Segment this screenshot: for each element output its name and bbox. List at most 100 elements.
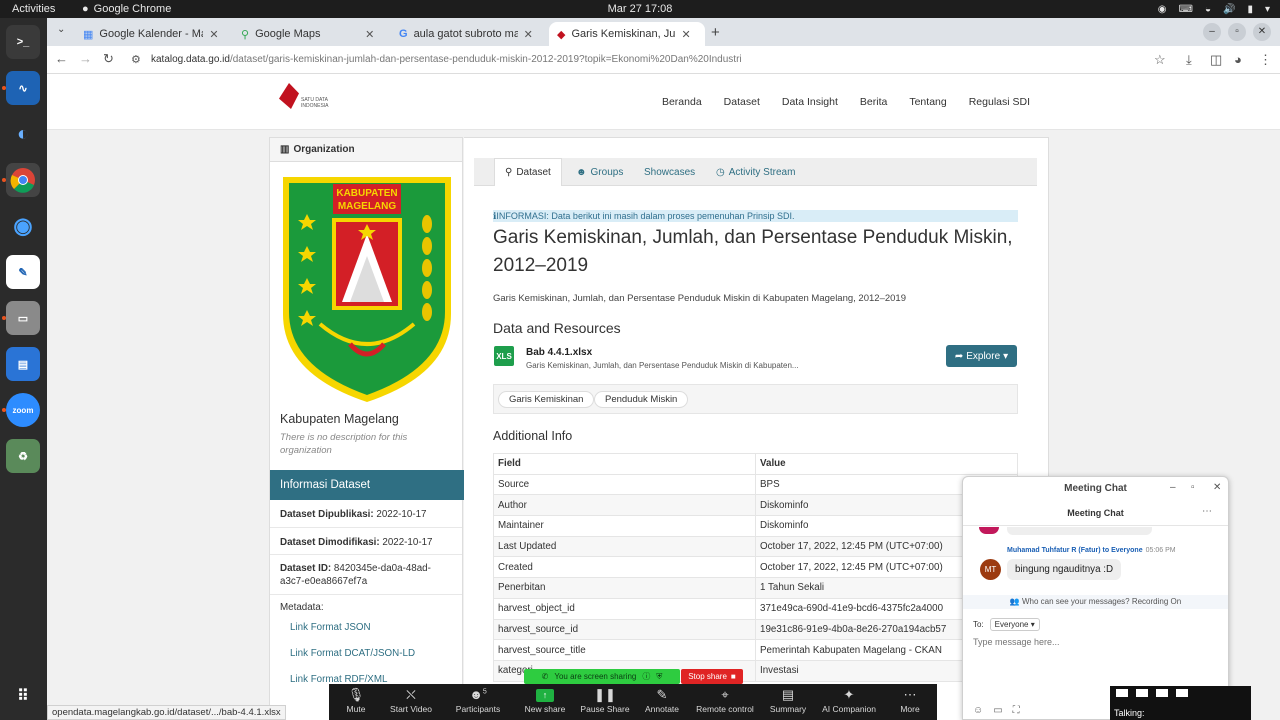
table-cell-field: Created: [493, 556, 756, 579]
restore-window-icon[interactable]: ▫: [1228, 23, 1246, 41]
zoom-tray-icon[interactable]: ◉: [1158, 4, 1167, 15]
input-source-icon[interactable]: ⌨: [1179, 4, 1193, 15]
minimize-chat-icon[interactable]: –: [1170, 482, 1176, 493]
nav-regulasi-sdi[interactable]: Regulasi SDI: [969, 96, 1030, 108]
ai-companion-button[interactable]: ✦ AI Companion: [814, 687, 884, 714]
tab-showcases[interactable]: Showcases: [634, 158, 705, 186]
site-info-icon[interactable]: ⚙: [131, 53, 141, 66]
organization-heading: ▥ Organization: [270, 138, 462, 162]
back-icon[interactable]: ←: [55, 51, 68, 66]
summary-button[interactable]: ▤ Summary: [758, 687, 818, 714]
chat-message[interactable]: bingung ngauditnya :D: [1007, 559, 1122, 580]
tab-groups[interactable]: ☻ Groups: [566, 158, 633, 186]
resource-name[interactable]: Bab 4.4.1.xlsx: [526, 347, 592, 358]
power-menu-icon[interactable]: ▾: [1265, 4, 1270, 15]
reload-icon[interactable]: ↻: [103, 51, 114, 67]
system-monitor-icon[interactable]: ∿: [6, 71, 40, 105]
nav-data-insight[interactable]: Data Insight: [782, 96, 838, 108]
info-icon[interactable]: ⓘ: [642, 671, 650, 682]
recipient-select[interactable]: Everyone ▾: [989, 618, 1040, 631]
organization-name[interactable]: Kabupaten Magelang: [280, 412, 399, 426]
text-editor-icon[interactable]: ✎: [6, 255, 40, 289]
volume-icon[interactable]: 🔊: [1223, 4, 1235, 15]
tab-activity-stream[interactable]: ◷ Activity Stream: [706, 158, 805, 186]
previous-avatar: [979, 527, 999, 534]
new-tab-icon[interactable]: +: [711, 24, 720, 41]
nav-beranda[interactable]: Beranda: [662, 96, 702, 108]
new-share-button[interactable]: ↑ New share: [515, 687, 575, 714]
browser-tab[interactable]: G aula gatot subroto mab ✕: [391, 22, 547, 46]
downloads-icon[interactable]: ⤓: [1186, 52, 1192, 68]
browser-tab-active[interactable]: ◆ Garis Kemiskinan, Jumla ✕: [549, 22, 705, 46]
forward-icon[interactable]: →: [79, 51, 92, 66]
close-window-icon[interactable]: ✕: [1253, 23, 1271, 41]
more-button[interactable]: ⋯ More: [880, 687, 940, 714]
system-tray[interactable]: ◉ ⌨ ◒ 🔊 ▮ ▾: [1158, 4, 1270, 15]
chat-options-icon[interactable]: ⋯: [1202, 506, 1212, 517]
mute-button[interactable]: 🎙 Mute: [326, 687, 386, 714]
tag-penduduk-miskin[interactable]: Penduduk Miskin: [594, 391, 689, 408]
minimize-window-icon[interactable]: –: [1203, 23, 1221, 41]
libreoffice-writer-icon[interactable]: ▤: [6, 347, 40, 381]
address-bar[interactable]: katalog.data.go.id/dataset/garis-kemiski…: [151, 54, 742, 65]
tag-garis-kemiskinan[interactable]: Garis Kemiskinan: [498, 391, 595, 408]
running-indicator: [2, 408, 6, 412]
layout-option-icon[interactable]: [1156, 689, 1168, 697]
chrome-icon[interactable]: [6, 163, 40, 197]
nav-tentang[interactable]: Tentang: [909, 96, 946, 108]
browser-tab[interactable]: ⚲ Google Maps ✕: [233, 22, 389, 46]
explore-button[interactable]: ➦ Explore ▾: [946, 345, 1017, 367]
files-icon[interactable]: ▭: [6, 301, 40, 335]
satu-data-logo[interactable]: SATU DATA INDONESIA: [279, 83, 333, 109]
nav-berita[interactable]: Berita: [860, 96, 887, 108]
file-icon[interactable]: ▭: [993, 705, 1002, 716]
clock[interactable]: Mar 27 17:08: [0, 3, 1280, 15]
side-panel-icon[interactable]: ◫: [1210, 52, 1222, 68]
annotate-button[interactable]: ✎ Annotate: [632, 687, 692, 714]
start-video-button[interactable]: ⛌ Start Video: [381, 687, 441, 714]
terminal-icon[interactable]: >_: [6, 25, 40, 59]
link-format-dcat-json-ld[interactable]: Link Format DCAT/JSON-LD: [290, 648, 415, 659]
wifi-icon[interactable]: ◒: [1205, 4, 1211, 15]
chrome-menu-icon[interactable]: ⋮: [1259, 52, 1272, 68]
profile-avatar-icon[interactable]: ◕: [1234, 52, 1242, 67]
chat-tools: ☺ ▭ ⛶: [973, 705, 1020, 716]
kabupaten-magelang-emblem[interactable]: KABUPATEN MAGELANG: [280, 174, 454, 404]
show-apps-icon[interactable]: ⠿: [6, 679, 40, 713]
remote-control-button[interactable]: ⌖ Remote control: [690, 687, 760, 714]
close-chat-icon[interactable]: ✕: [1213, 482, 1221, 493]
zoom-icon[interactable]: zoom: [6, 393, 40, 427]
emoji-icon[interactable]: ☺: [973, 705, 983, 716]
layout-option-icon[interactable]: [1176, 689, 1188, 697]
layout-option-icon[interactable]: [1136, 689, 1148, 697]
layout-option-icon[interactable]: [1116, 689, 1128, 697]
battery-icon[interactable]: ▮: [1247, 4, 1253, 15]
close-tab-icon[interactable]: ✕: [209, 28, 218, 41]
shield-icon: ⛨: [656, 671, 663, 681]
logo-text: SATU DATA INDONESIA: [301, 97, 329, 109]
close-tab-icon[interactable]: ✕: [524, 28, 533, 41]
link-format-json[interactable]: Link Format JSON: [290, 622, 371, 633]
bookmark-star-icon[interactable]: ☆: [1154, 52, 1166, 68]
browser-tab[interactable]: ▦ Google Kalender - Maret ✕: [75, 22, 231, 46]
who-can-see-notice[interactable]: 👥 Who can see your messages? Recording O…: [963, 595, 1228, 609]
nav-dataset[interactable]: Dataset: [724, 96, 760, 108]
table-cell-field: harvest_source_title: [493, 639, 756, 661]
active-app-menu[interactable]: ● Google Chrome: [82, 3, 171, 15]
stop-share-button[interactable]: Stop share ■: [681, 669, 743, 684]
tab-dataset[interactable]: ⚲ Dataset: [494, 158, 562, 186]
close-tab-icon[interactable]: ✕: [681, 28, 690, 41]
running-indicator: [2, 178, 6, 182]
thunderbird-mail-icon[interactable]: ◉: [6, 209, 40, 243]
close-tab-icon[interactable]: ✕: [365, 28, 374, 41]
activities-button[interactable]: Activities: [12, 3, 55, 15]
trash-icon[interactable]: ♻: [6, 439, 40, 473]
video-layout-controls: [1116, 689, 1188, 697]
pause-share-button[interactable]: ❚❚ Pause Share: [575, 687, 635, 714]
system-top-bar: Activities ● Google Chrome Mar 27 17:08 ◉…: [0, 0, 1280, 18]
screenshot-icon[interactable]: ⛶: [1013, 705, 1020, 716]
thunderbird-icon[interactable]: ◐: [6, 117, 40, 151]
maximize-chat-icon[interactable]: ▫: [1191, 482, 1195, 493]
tab-search-icon[interactable]: ⌄: [57, 24, 65, 35]
participants-button[interactable]: ☻5 Participants: [448, 687, 508, 714]
